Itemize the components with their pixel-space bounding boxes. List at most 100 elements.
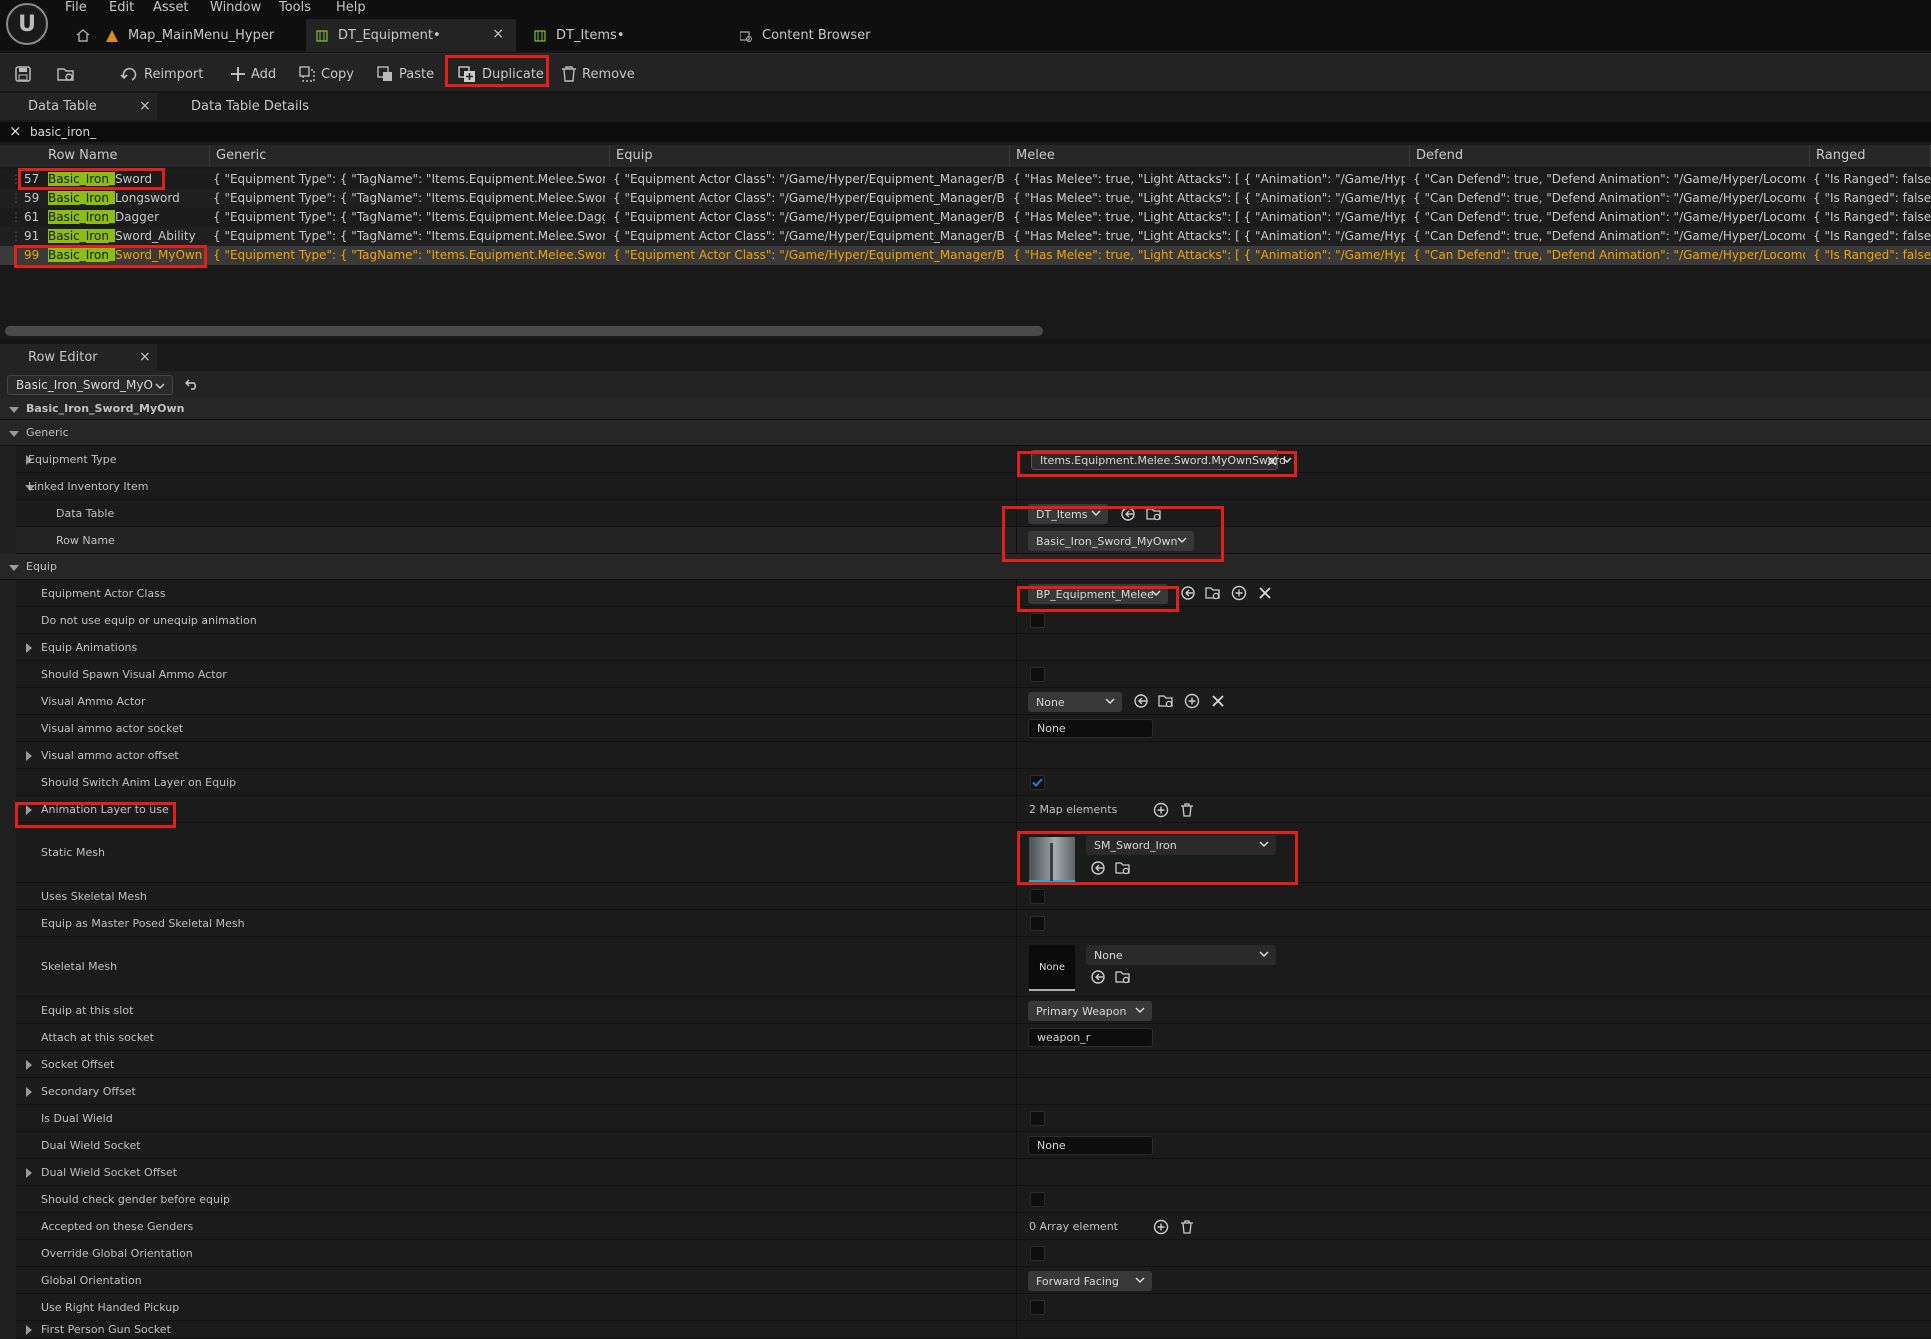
checkbox[interactable] (1030, 916, 1045, 931)
tab-dt-equipment[interactable]: DT_Equipment• × (306, 19, 516, 52)
tab-row-editor[interactable]: Row Editor × (0, 344, 157, 371)
tab-data-table[interactable]: Data Table × (0, 93, 157, 120)
row-drag-handle-icon[interactable]: ⋮ (10, 246, 18, 265)
column-defend[interactable]: Defend (1410, 145, 1810, 167)
dual-wield-socket-input[interactable]: None (1028, 1136, 1153, 1155)
row-drag-handle-icon[interactable]: ⋮ (10, 170, 18, 189)
table-row[interactable]: ⋮ 59 Basic_Iron_Longsword { "Equipment Type… (0, 189, 1931, 208)
equipment-actor-class-dropdown[interactable]: BP_Equipment_Melee (1028, 584, 1168, 604)
add-icon[interactable] (1184, 693, 1200, 709)
visual-ammo-socket-input[interactable]: None (1028, 719, 1153, 738)
collapsed-arrow-icon[interactable] (26, 1060, 32, 1070)
dual-wield-socket-offset-row[interactable]: Dual Wield Socket Offset (0, 1159, 1931, 1186)
generic-category[interactable]: Generic (0, 420, 1931, 446)
row-drag-handle-icon[interactable]: ⋮ (10, 208, 18, 227)
browse-icon[interactable] (1158, 693, 1174, 709)
column-ranged[interactable]: Ranged (1810, 145, 1931, 167)
menu-help[interactable]: Help (336, 0, 366, 16)
tab-dt-items[interactable]: DT_Items• (524, 19, 724, 52)
column-equip[interactable]: Equip (610, 145, 1010, 167)
column-melee[interactable]: Melee (1010, 145, 1410, 167)
fp-gun-socket-row[interactable]: First Person Gun Socket (0, 1321, 1931, 1339)
equip-category[interactable]: Equip (0, 554, 1931, 580)
use-selected-icon[interactable] (1090, 860, 1106, 876)
clear-search-icon[interactable]: × (9, 122, 22, 140)
expanded-arrow-icon[interactable] (9, 431, 19, 437)
table-row[interactable]: ⋮ 91 Basic_Iron_Sword_Ability { "Equipment … (0, 227, 1931, 246)
collapsed-arrow-icon[interactable] (26, 1168, 32, 1178)
browse-icon[interactable] (1115, 969, 1131, 985)
remove-button[interactable]: Remove (561, 61, 635, 87)
browse-icon[interactable] (1205, 585, 1221, 601)
table-row[interactable]: ⋮ 61 Basic_Iron_Dagger { "Equipment Type": … (0, 208, 1931, 227)
equip-slot-dropdown[interactable]: Primary Weapon (1028, 1001, 1152, 1021)
trash-icon[interactable] (1179, 802, 1195, 818)
use-selected-icon[interactable] (1090, 969, 1106, 985)
collapsed-arrow-icon[interactable] (26, 805, 32, 815)
socket-offset-row[interactable]: Socket Offset (0, 1051, 1931, 1078)
collapsed-arrow-icon[interactable] (26, 643, 32, 653)
table-row[interactable]: ⋮ 99 Basic_Iron_Sword_MyOwn { "Equipment Ty… (0, 246, 1931, 265)
row-drag-handle-icon[interactable]: ⋮ (10, 189, 18, 208)
column-generic[interactable]: Generic (210, 145, 610, 167)
checkbox[interactable] (1030, 1246, 1045, 1261)
close-panel-icon[interactable]: × (139, 98, 151, 114)
skeletal-mesh-dropdown[interactable]: None (1086, 945, 1276, 965)
menu-tools[interactable]: Tools (279, 0, 311, 16)
use-selected-icon[interactable] (1133, 693, 1149, 709)
reset-icon[interactable] (185, 378, 199, 390)
global-orientation-dropdown[interactable]: Forward Facing (1028, 1271, 1152, 1291)
browse-icon[interactable] (1146, 506, 1162, 522)
chevron-down-icon[interactable] (1282, 455, 1292, 465)
menu-file[interactable]: File (65, 0, 87, 16)
tab-content-browser[interactable]: Content Browser (730, 19, 930, 52)
add-icon[interactable] (1153, 1219, 1169, 1235)
paste-button[interactable]: Paste (376, 61, 434, 87)
clear-icon[interactable] (1257, 585, 1273, 601)
attach-socket-input[interactable]: weapon_r (1028, 1028, 1153, 1047)
anim-layer-row[interactable]: Animation Layer to use (0, 796, 1931, 823)
column-row-name[interactable]: Row Name (42, 145, 210, 167)
data-table-dropdown[interactable]: DT_Items (1028, 504, 1108, 524)
add-icon[interactable] (1153, 802, 1169, 818)
checkbox[interactable] (1030, 1111, 1045, 1126)
row-drag-handle-icon[interactable]: ⋮ (10, 227, 18, 246)
collapsed-arrow-icon[interactable] (26, 1087, 32, 1097)
static-mesh-dropdown[interactable]: SM_Sword_Iron (1086, 835, 1276, 855)
static-mesh-thumbnail[interactable] (1029, 837, 1075, 883)
checkbox[interactable] (1030, 889, 1045, 904)
duplicate-button[interactable]: Duplicate (457, 61, 544, 87)
browse-button[interactable] (56, 61, 81, 87)
table-horizontal-scrollbar[interactable] (5, 326, 1043, 336)
skeletal-mesh-thumbnail[interactable]: None (1029, 945, 1075, 991)
linked-inventory-item-row[interactable]: Linked Inventory Item (0, 473, 1931, 500)
checkbox[interactable] (1030, 775, 1045, 790)
home-tab[interactable] (66, 19, 96, 52)
tab-data-table-details[interactable]: Data Table Details (163, 93, 333, 120)
add-button[interactable]: Add (230, 61, 276, 87)
row-name-dropdown[interactable]: Basic_Iron_Sword_MyOwn (1028, 531, 1194, 551)
row-selector-dropdown[interactable]: Basic_Iron_Sword_MyO (7, 375, 173, 395)
expanded-arrow-icon[interactable] (9, 407, 19, 413)
save-button[interactable] (14, 61, 37, 87)
search-input[interactable] (30, 123, 630, 141)
close-tab-icon[interactable]: × (492, 26, 504, 42)
secondary-offset-row[interactable]: Secondary Offset (0, 1078, 1931, 1105)
remove-tag-icon[interactable] (1267, 456, 1277, 466)
browse-icon[interactable] (1115, 860, 1131, 876)
unreal-logo-icon[interactable]: U (6, 3, 48, 45)
visual-ammo-offset-row[interactable]: Visual ammo actor offset (0, 742, 1931, 769)
collapsed-arrow-icon[interactable] (26, 751, 32, 761)
menu-window[interactable]: Window (210, 0, 261, 16)
add-icon[interactable] (1231, 585, 1247, 601)
menu-edit[interactable]: Edit (109, 0, 134, 16)
root-category[interactable]: Basic_Iron_Sword_MyOwn (0, 398, 1931, 420)
checkbox[interactable] (1030, 667, 1045, 682)
equipment-type-row[interactable]: Equipment Type (0, 446, 1931, 473)
checkbox[interactable] (1030, 613, 1045, 628)
copy-button[interactable]: Copy (298, 61, 354, 87)
use-selected-icon[interactable] (1180, 585, 1196, 601)
equip-animations-row[interactable]: Equip Animations (0, 634, 1931, 661)
checkbox[interactable] (1030, 1192, 1045, 1207)
expanded-arrow-icon[interactable] (9, 565, 19, 571)
